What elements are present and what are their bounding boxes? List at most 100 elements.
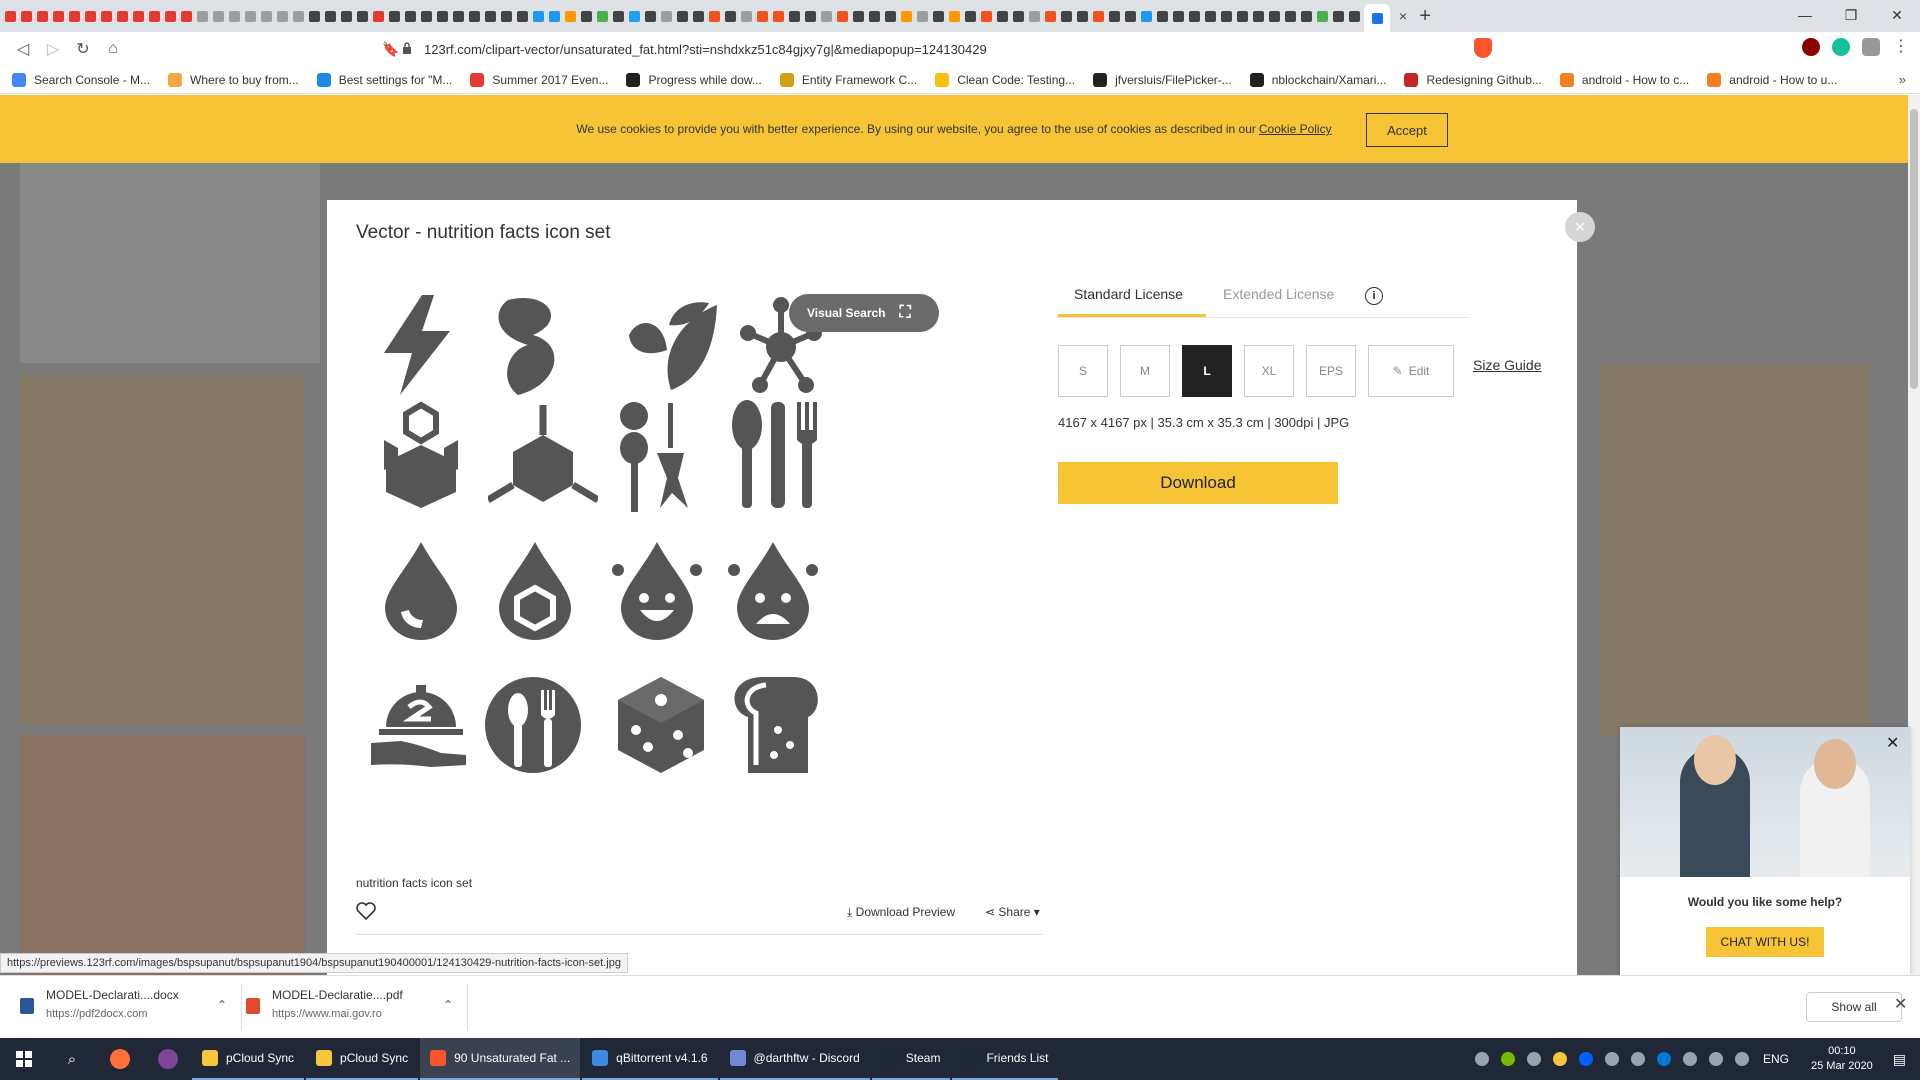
tray-icon[interactable] xyxy=(1474,1052,1489,1066)
browser-tab[interactable] xyxy=(884,4,897,28)
browser-tab[interactable] xyxy=(1316,4,1329,28)
browser-tab[interactable] xyxy=(36,4,49,28)
firefox-icon[interactable] xyxy=(96,1038,144,1080)
browser-tab[interactable] xyxy=(1236,4,1249,28)
browser-tab[interactable] xyxy=(580,4,593,28)
browser-tab[interactable] xyxy=(132,4,145,28)
browser-tab[interactable] xyxy=(196,4,209,28)
modal-close-button[interactable]: × xyxy=(1565,212,1595,242)
download-button[interactable]: Download xyxy=(1058,462,1338,504)
browser-tab[interactable] xyxy=(708,4,721,28)
onedrive-icon[interactable] xyxy=(1656,1052,1671,1066)
browser-tab[interactable] xyxy=(148,4,161,28)
taskbar-app[interactable]: @darthftw - Discord xyxy=(719,1038,870,1080)
download-preview-link[interactable]: ⤓ Download Preview xyxy=(847,905,955,920)
chevron-up-icon[interactable]: ⌃ xyxy=(217,998,227,1012)
accept-cookies-button[interactable]: Accept xyxy=(1366,113,1448,147)
bookmark-item[interactable]: Entity Framework C... xyxy=(779,72,917,87)
bookmark-item[interactable]: Search Console - M... xyxy=(12,72,150,87)
browser-tab[interactable] xyxy=(804,4,817,28)
back-icon[interactable]: ◁ xyxy=(8,34,38,64)
minimize-icon[interactable]: — xyxy=(1782,0,1828,30)
browser-tab[interactable] xyxy=(532,4,545,28)
browser-tab[interactable] xyxy=(596,4,609,28)
info-icon[interactable]: i xyxy=(1365,287,1383,305)
bookmark-item[interactable]: Clean Code: Testing... xyxy=(935,72,1075,87)
new-tab-button[interactable]: + xyxy=(1419,5,1431,28)
browser-tab[interactable] xyxy=(852,4,865,28)
browser-tab[interactable] xyxy=(964,4,977,28)
browser-tab[interactable] xyxy=(68,4,81,28)
size-option-l[interactable]: L xyxy=(1182,345,1232,397)
browser-tab[interactable] xyxy=(228,4,241,28)
browser-tab[interactable] xyxy=(628,4,641,28)
taskbar-app[interactable]: Friends List xyxy=(952,1038,1059,1080)
extension-icon[interactable] xyxy=(1862,38,1880,56)
browser-tab[interactable] xyxy=(980,4,993,28)
bookmark-item[interactable]: android - How to c... xyxy=(1559,72,1689,87)
size-guide-link[interactable]: Size Guide xyxy=(1473,357,1541,373)
taskbar-app[interactable]: qBittorrent v4.1.6 xyxy=(582,1038,718,1080)
download-item[interactable]: MODEL-Declarati....docx https://pdf2docx.… xyxy=(16,984,242,1030)
browser-tab[interactable] xyxy=(164,4,177,28)
browser-tab[interactable] xyxy=(820,4,833,28)
browser-tab[interactable] xyxy=(724,4,737,28)
browser-tab[interactable] xyxy=(276,4,289,28)
browser-tab[interactable] xyxy=(740,4,753,28)
browser-tab[interactable] xyxy=(1204,4,1217,28)
browser-tab[interactable] xyxy=(1300,4,1313,28)
cookie-policy-link[interactable]: Cookie Policy xyxy=(1259,122,1332,136)
language-indicator[interactable]: ENG xyxy=(1763,1052,1789,1066)
volume-icon[interactable] xyxy=(1734,1052,1749,1066)
bookmark-item[interactable]: Progress while dow... xyxy=(626,72,762,87)
active-tab[interactable] xyxy=(1364,4,1390,32)
tray-icon[interactable] xyxy=(1682,1052,1697,1066)
bookmark-item[interactable]: android - How to u... xyxy=(1707,72,1837,87)
show-all-downloads-button[interactable]: Show all xyxy=(1806,992,1902,1022)
tray-icon[interactable] xyxy=(1552,1052,1567,1066)
grammarly-icon[interactable] xyxy=(1832,38,1850,56)
browser-tab[interactable] xyxy=(900,4,913,28)
tab-close-icon[interactable]: × xyxy=(1399,8,1407,24)
download-item[interactable]: MODEL-Declaratie....pdf https://www.mai.g… xyxy=(242,984,468,1030)
browser-tab[interactable] xyxy=(244,4,257,28)
browser-tab[interactable] xyxy=(1268,4,1281,28)
network-icon[interactable] xyxy=(1708,1052,1723,1066)
browser-tab[interactable] xyxy=(212,4,225,28)
size-option-m[interactable]: M xyxy=(1120,345,1170,397)
browser-tab[interactable] xyxy=(644,4,657,28)
browser-tab[interactable] xyxy=(324,4,337,28)
clock[interactable]: 00:10 25 Mar 2020 xyxy=(1811,1044,1873,1074)
browser-tab[interactable] xyxy=(564,4,577,28)
chat-close-icon[interactable]: ✕ xyxy=(1886,733,1899,753)
size-option-xl[interactable]: XL xyxy=(1244,345,1294,397)
reload-icon[interactable]: ↻ xyxy=(68,34,98,64)
taskbar-app[interactable]: 90 Unsaturated Fat ... xyxy=(420,1038,581,1080)
browser-tab[interactable] xyxy=(772,4,785,28)
browser-tab[interactable] xyxy=(260,4,273,28)
browser-tab[interactable] xyxy=(1252,4,1265,28)
close-window-icon[interactable]: ✕ xyxy=(1874,0,1920,30)
browser-tab[interactable] xyxy=(4,4,17,28)
browser-tab[interactable] xyxy=(548,4,561,28)
browser-tab[interactable] xyxy=(292,4,305,28)
browser-tab[interactable] xyxy=(676,4,689,28)
browser-tab[interactable] xyxy=(500,4,513,28)
tab-standard-license[interactable]: Standard License xyxy=(1074,286,1183,302)
browser-tab[interactable] xyxy=(308,4,321,28)
browser-tab[interactable] xyxy=(948,4,961,28)
size-option-s[interactable]: S xyxy=(1058,345,1108,397)
taskbar-app[interactable]: Steam xyxy=(871,1038,951,1080)
browser-tab[interactable] xyxy=(436,4,449,28)
browser-tab[interactable] xyxy=(356,4,369,28)
taskbar-app[interactable]: pCloud Sync xyxy=(192,1038,305,1080)
browser-tab[interactable] xyxy=(1044,4,1057,28)
browser-tab[interactable] xyxy=(420,4,433,28)
home-icon[interactable]: ⌂ xyxy=(98,34,128,64)
browser-tab[interactable] xyxy=(612,4,625,28)
image-preview[interactable] xyxy=(356,280,952,870)
edit-button[interactable]: ✎ Edit xyxy=(1368,345,1454,397)
browser-tab[interactable] xyxy=(996,4,1009,28)
dropbox-icon[interactable] xyxy=(1578,1052,1593,1066)
bookmark-item[interactable]: nblockchain/Xamari... xyxy=(1249,72,1386,87)
